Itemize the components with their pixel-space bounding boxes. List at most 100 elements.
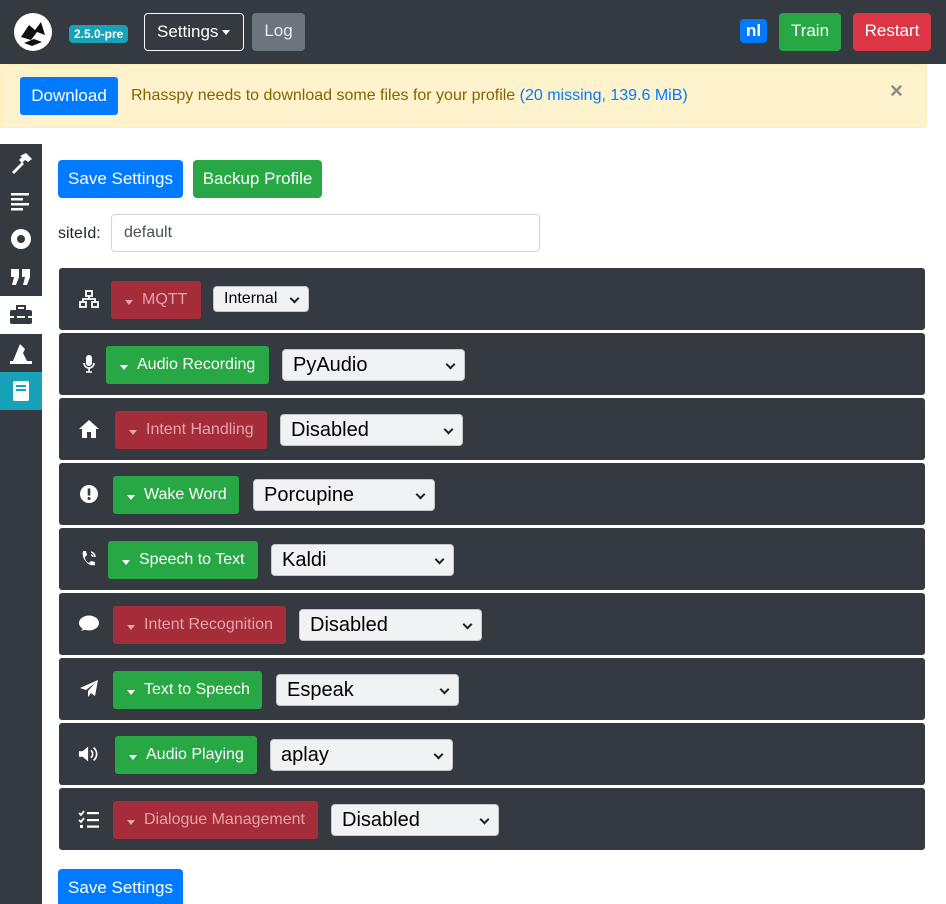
service-panel-audio-playing: Audio Playing aplay bbox=[59, 723, 925, 785]
caret-down-icon bbox=[127, 820, 135, 825]
service-panel-wake-word: Wake Word Porcupine bbox=[59, 463, 925, 525]
train-button[interactable]: Train bbox=[779, 13, 841, 51]
toggle-label: Audio Recording bbox=[137, 356, 256, 373]
caret-down-icon bbox=[125, 300, 133, 305]
toggle-label: Speech to Text bbox=[139, 551, 245, 568]
chevron-down-icon bbox=[415, 489, 426, 500]
dialogue-management-select[interactable]: Disabled bbox=[331, 804, 499, 836]
hammer-icon[interactable] bbox=[0, 144, 42, 182]
audio-playing-select[interactable]: aplay bbox=[270, 739, 453, 771]
sidebar bbox=[0, 144, 42, 904]
wizard-hat-icon[interactable] bbox=[0, 334, 42, 372]
select-value: Porcupine bbox=[264, 484, 355, 506]
save-settings-button-bottom[interactable]: Save Settings bbox=[58, 869, 183, 904]
text-to-speech-toggle-button[interactable]: Text to Speech bbox=[113, 671, 262, 709]
select-value: Kaldi bbox=[282, 549, 327, 571]
quote-icon[interactable] bbox=[0, 258, 42, 296]
log-button[interactable]: Log bbox=[252, 13, 305, 51]
service-panel-intent-recognition: Intent Recognition Disabled bbox=[59, 593, 925, 655]
volume-up-icon bbox=[78, 742, 100, 766]
chevron-down-icon bbox=[443, 424, 454, 435]
microphone-icon bbox=[78, 352, 100, 376]
rhasspy-logo[interactable] bbox=[14, 13, 52, 51]
service-panel-dialogue-management: Dialogue Management Disabled bbox=[59, 788, 925, 850]
chevron-down-icon bbox=[439, 684, 450, 695]
caret-down-icon bbox=[129, 755, 137, 760]
alert-message-text: Rhasspy needs to download some files for… bbox=[131, 87, 516, 104]
speech-to-text-toggle-button[interactable]: Speech to Text bbox=[108, 541, 258, 579]
toolbox-icon[interactable] bbox=[0, 296, 42, 334]
toggle-label: Wake Word bbox=[144, 486, 227, 503]
select-value: Espeak bbox=[287, 679, 354, 701]
chevron-down-icon bbox=[434, 554, 445, 565]
dialogue-management-toggle-button[interactable]: Dialogue Management bbox=[113, 801, 318, 839]
intent-handling-select[interactable]: Disabled bbox=[280, 414, 463, 446]
mqtt-toggle-button[interactable]: MQTT bbox=[111, 281, 201, 319]
record-icon[interactable] bbox=[0, 220, 42, 258]
siteid-input[interactable] bbox=[111, 214, 540, 252]
restart-button[interactable]: Restart bbox=[853, 13, 931, 51]
select-value: Disabled bbox=[342, 809, 420, 831]
download-button[interactable]: Download bbox=[20, 77, 118, 115]
caret-down-icon bbox=[120, 365, 128, 370]
exclamation-circle-icon bbox=[78, 482, 100, 506]
tasks-icon bbox=[78, 807, 100, 831]
chevron-down-icon bbox=[433, 749, 444, 760]
toggle-label: Text to Speech bbox=[144, 681, 250, 698]
caret-down-icon bbox=[127, 625, 135, 630]
service-panel-intent-handling: Intent Handling Disabled bbox=[59, 398, 925, 460]
missing-files-link[interactable]: (20 missing, 139.6 MiB) bbox=[520, 87, 688, 104]
settings-label: Settings bbox=[157, 22, 219, 41]
version-badge: 2.5.0-pre bbox=[69, 25, 129, 43]
chevron-down-icon bbox=[445, 359, 456, 370]
service-panel-text-to-speech: Text to Speech Espeak bbox=[59, 658, 925, 720]
home-icon bbox=[78, 417, 100, 441]
download-alert: Download Rhasspy needs to download some … bbox=[0, 64, 927, 128]
alert-message: Rhasspy needs to download some files for… bbox=[131, 87, 688, 105]
service-panel-audio-recording: Audio Recording PyAudio bbox=[59, 333, 925, 395]
caret-down-icon bbox=[127, 690, 135, 695]
close-icon[interactable]: × bbox=[890, 78, 903, 104]
language-badge: nl bbox=[740, 19, 767, 43]
toggle-label: MQTT bbox=[142, 291, 188, 308]
phone-volume-icon bbox=[78, 547, 100, 571]
chevron-down-icon bbox=[462, 619, 473, 630]
toggle-label: Intent Recognition bbox=[144, 616, 273, 633]
text-to-speech-select[interactable]: Espeak bbox=[276, 674, 459, 706]
comment-icon bbox=[78, 612, 100, 636]
toggle-label: Intent Handling bbox=[146, 421, 254, 438]
backup-profile-button[interactable]: Backup Profile bbox=[193, 160, 322, 198]
navbar: 2.5.0-pre Settings Log nl Train Restart bbox=[0, 0, 946, 64]
siteid-label: siteId: bbox=[58, 225, 101, 242]
service-panel-speech-to-text: Speech to Text Kaldi bbox=[59, 528, 925, 590]
audio-recording-toggle-button[interactable]: Audio Recording bbox=[106, 346, 269, 384]
settings-dropdown-button[interactable]: Settings bbox=[144, 13, 244, 51]
caret-down-icon bbox=[222, 30, 230, 35]
select-value: PyAudio bbox=[293, 354, 368, 376]
select-value: Internal bbox=[224, 290, 278, 307]
speech-to-text-select[interactable]: Kaldi bbox=[271, 544, 454, 576]
intent-recognition-select[interactable]: Disabled bbox=[299, 609, 482, 641]
wake-word-select[interactable]: Porcupine bbox=[253, 479, 435, 511]
paper-plane-icon bbox=[78, 677, 100, 701]
caret-down-icon bbox=[129, 430, 137, 435]
caret-down-icon bbox=[127, 495, 135, 500]
select-value: aplay bbox=[281, 744, 329, 766]
intent-handling-toggle-button[interactable]: Intent Handling bbox=[115, 411, 267, 449]
book-icon[interactable] bbox=[0, 372, 42, 410]
service-panel-mqtt: MQTT Internal bbox=[59, 268, 925, 330]
audio-recording-select[interactable]: PyAudio bbox=[282, 349, 465, 381]
select-value: Disabled bbox=[310, 614, 388, 636]
toggle-label: Audio Playing bbox=[146, 746, 244, 763]
toggle-label: Dialogue Management bbox=[144, 811, 305, 828]
save-settings-button[interactable]: Save Settings bbox=[58, 160, 183, 198]
chevron-down-icon bbox=[289, 293, 300, 304]
wake-word-toggle-button[interactable]: Wake Word bbox=[113, 476, 239, 514]
audio-playing-toggle-button[interactable]: Audio Playing bbox=[115, 736, 257, 774]
caret-down-icon bbox=[122, 560, 130, 565]
align-left-icon[interactable] bbox=[0, 182, 42, 220]
network-icon bbox=[78, 287, 100, 311]
chevron-down-icon bbox=[479, 814, 490, 825]
mqtt-select[interactable]: Internal bbox=[213, 286, 309, 312]
intent-recognition-toggle-button[interactable]: Intent Recognition bbox=[113, 606, 286, 644]
